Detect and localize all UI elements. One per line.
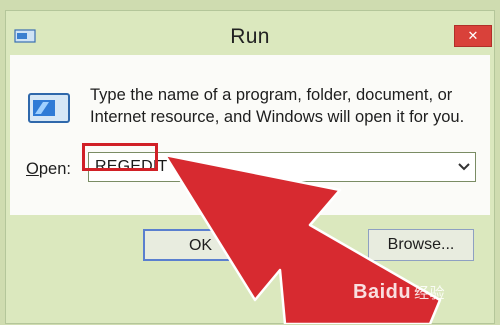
open-input-value[interactable]: REGEDIT: [95, 158, 168, 176]
watermark: Baidu 经验: [353, 281, 445, 304]
dialog-body: Type the name of a program, folder, docu…: [10, 55, 490, 215]
close-icon: ✕: [467, 28, 479, 44]
close-button[interactable]: ✕: [454, 25, 492, 47]
open-label-accel: O: [26, 160, 39, 178]
title-bar[interactable]: Run ✕: [6, 11, 494, 53]
run-program-icon: [28, 93, 70, 123]
watermark-brand: Baidu: [353, 281, 412, 303]
open-label-text: pen:: [38, 160, 71, 178]
open-combobox[interactable]: REGEDIT: [88, 152, 476, 182]
window-title: Run: [230, 25, 270, 48]
watermark-sub: 经验: [414, 285, 446, 302]
instruction-text: Type the name of a program, folder, docu…: [90, 86, 465, 126]
browse-button[interactable]: Browse...: [368, 229, 474, 261]
button-row: OK Browse...: [6, 215, 494, 325]
ok-button[interactable]: OK: [143, 229, 258, 261]
chevron-down-icon[interactable]: [457, 162, 471, 172]
open-label: Open:: [26, 160, 71, 179]
run-dialog: Run ✕ Type the name of a program, folder…: [5, 10, 495, 324]
